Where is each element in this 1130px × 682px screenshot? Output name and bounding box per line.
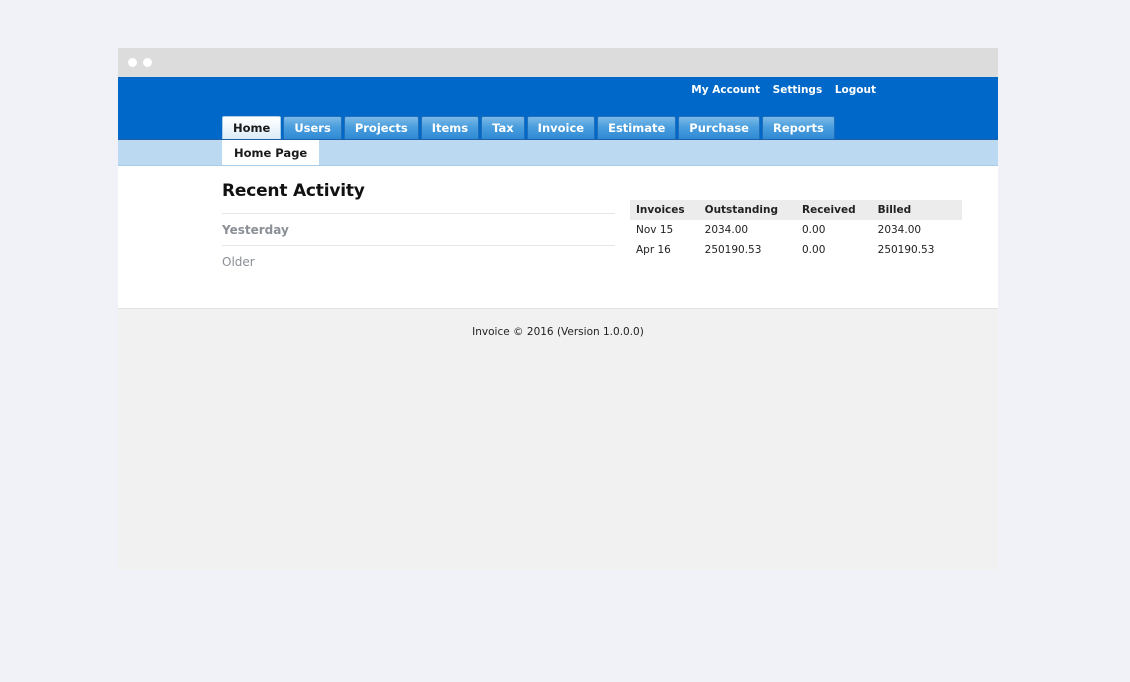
- main-navigation-tabs: Home Users Projects Items Tax Invoice Es…: [222, 116, 837, 139]
- account-links: My Account Settings Logout: [691, 84, 876, 96]
- tab-invoice[interactable]: Invoice: [527, 116, 595, 139]
- cell-invoice-date: Nov 15: [630, 220, 701, 240]
- window-dot-one-icon[interactable]: [128, 58, 137, 67]
- cell-billed: 250190.53: [874, 240, 963, 260]
- sub-navigation-bar: Home Page: [118, 140, 998, 166]
- sub-tab-home-page[interactable]: Home Page: [222, 140, 319, 165]
- table-row[interactable]: Nov 15 2034.00 0.00 2034.00: [630, 220, 962, 240]
- my-account-link[interactable]: My Account: [691, 84, 760, 96]
- table-header: Invoices Outstanding Received Billed: [630, 200, 962, 220]
- tab-purchase[interactable]: Purchase: [678, 116, 760, 139]
- activity-group-older: Older: [222, 245, 615, 277]
- cell-received: 0.00: [798, 220, 874, 240]
- window-dot-two-icon[interactable]: [143, 58, 152, 67]
- table-header-row: Invoices Outstanding Received Billed: [630, 200, 962, 220]
- cell-outstanding: 2034.00: [701, 220, 798, 240]
- browser-title-bar: [118, 48, 998, 77]
- recent-activity-section: Recent Activity Yesterday Older: [222, 181, 615, 277]
- tab-estimate[interactable]: Estimate: [597, 116, 676, 139]
- settings-link[interactable]: Settings: [773, 84, 823, 96]
- tab-projects[interactable]: Projects: [344, 116, 419, 139]
- invoices-summary-table: Invoices Outstanding Received Billed Nov…: [630, 200, 962, 260]
- footer-copyright-text: Invoice © 2016 (Version 1.0.0.0): [472, 326, 644, 338]
- column-header-outstanding: Outstanding: [701, 200, 798, 220]
- tab-home[interactable]: Home: [222, 116, 281, 139]
- column-header-received: Received: [798, 200, 874, 220]
- app-footer: Invoice © 2016 (Version 1.0.0.0): [118, 309, 998, 338]
- table-row[interactable]: Apr 16 250190.53 0.00 250190.53: [630, 240, 962, 260]
- logout-link[interactable]: Logout: [835, 84, 876, 96]
- column-header-invoices: Invoices: [630, 200, 701, 220]
- cell-billed: 2034.00: [874, 220, 963, 240]
- app-header: My Account Settings Logout Home Users Pr…: [118, 77, 998, 140]
- cell-invoice-date: Apr 16: [630, 240, 701, 260]
- table-body: Nov 15 2034.00 0.00 2034.00 Apr 16 25019…: [630, 220, 962, 260]
- column-header-billed: Billed: [874, 200, 963, 220]
- activity-group-yesterday: Yesterday: [222, 213, 615, 245]
- browser-window: My Account Settings Logout Home Users Pr…: [118, 48, 998, 570]
- tab-items[interactable]: Items: [421, 116, 479, 139]
- cell-outstanding: 250190.53: [701, 240, 798, 260]
- tab-reports[interactable]: Reports: [762, 116, 835, 139]
- content-panel: Recent Activity Yesterday Older Invoices…: [118, 166, 998, 309]
- cell-received: 0.00: [798, 240, 874, 260]
- tab-users[interactable]: Users: [283, 116, 342, 139]
- tab-tax[interactable]: Tax: [481, 116, 525, 139]
- page-title: Recent Activity: [222, 181, 615, 201]
